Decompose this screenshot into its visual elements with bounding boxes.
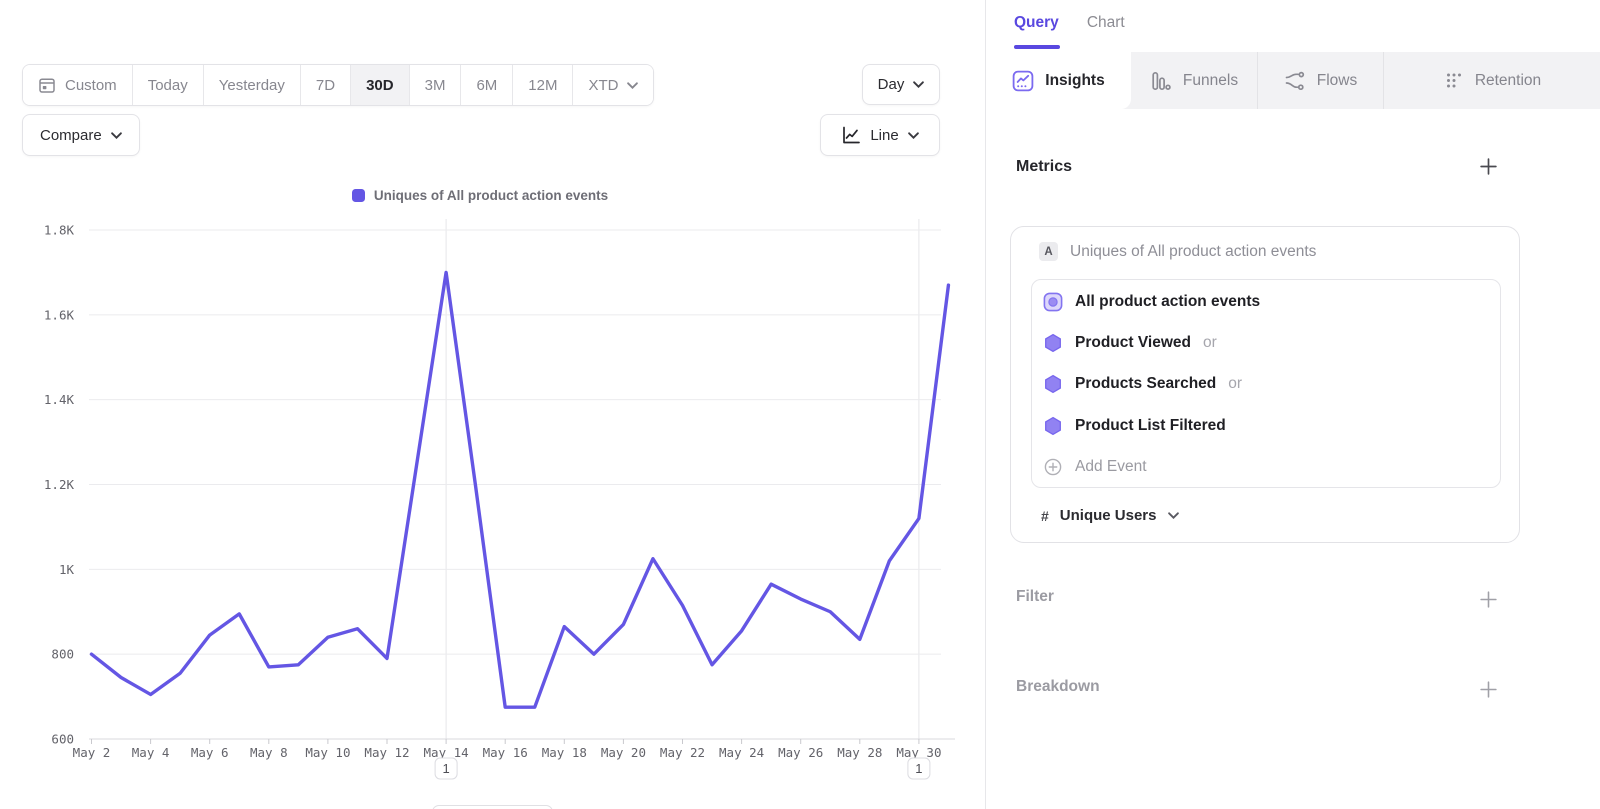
range-6m-button[interactable]: 6M — [461, 65, 513, 105]
add-metric-button[interactable] — [1478, 157, 1498, 177]
chevron-down-icon — [913, 81, 924, 88]
annotation-marker[interactable] — [908, 758, 930, 779]
compare-dropdown[interactable]: Compare — [22, 114, 140, 156]
calendar-icon — [38, 76, 56, 94]
x-axis-label: May 8 — [250, 745, 288, 760]
y-axis-label: 1.4K — [44, 392, 75, 407]
flows-icon — [1284, 70, 1306, 92]
report-type-tabs: Insights Funnels — [986, 52, 1600, 109]
tab-insights[interactable]: Insights — [986, 52, 1131, 109]
range-12m-button[interactable]: 12M — [513, 65, 573, 105]
funnels-icon — [1150, 70, 1172, 92]
filter-heading: Filter — [1016, 588, 1054, 606]
panel-header-tabs: Query Chart — [1014, 14, 1125, 32]
y-axis-label: 1.6K — [44, 307, 75, 322]
chart-legend: Uniques of All product action events — [0, 188, 960, 203]
y-axis-label: 800 — [51, 647, 74, 662]
event-row-all-product-action-events[interactable]: All product action events — [1043, 281, 1500, 322]
x-axis-label: May 4 — [132, 745, 170, 760]
legend-swatch — [352, 189, 365, 202]
add-event-button[interactable]: Add Event — [1043, 447, 1500, 488]
series-badge: A — [1039, 242, 1058, 261]
range-today-button[interactable]: Today — [133, 65, 204, 105]
x-axis-label: May 24 — [719, 745, 764, 760]
line-series — [92, 272, 949, 707]
events-card: All product action events Product Viewed… — [1031, 279, 1501, 488]
y-axis-label: 600 — [51, 732, 74, 747]
event-row-product-viewed[interactable]: Product Viewed or — [1043, 322, 1500, 363]
x-axis-label: May 26 — [778, 745, 823, 760]
x-axis-label: May 16 — [483, 745, 528, 760]
metrics-heading: Metrics — [1016, 158, 1072, 176]
x-axis-label: May 20 — [601, 745, 646, 760]
retention-icon — [1444, 71, 1464, 91]
x-axis-label: May 6 — [191, 745, 229, 760]
range-yesterday-button[interactable]: Yesterday — [204, 65, 301, 105]
x-axis-label: May 22 — [660, 745, 705, 760]
metric-card: A Uniques of All product action events A… — [1010, 226, 1520, 543]
annotation-marker[interactable] — [435, 758, 457, 779]
chart-type-dropdown[interactable]: Line — [820, 114, 940, 156]
chevron-down-icon — [908, 132, 919, 139]
granularity-dropdown[interactable]: Day — [862, 64, 940, 105]
tab-flows[interactable]: Flows — [1257, 52, 1383, 109]
line-chart-icon — [841, 125, 861, 145]
insights-icon — [1012, 70, 1034, 92]
y-axis-label: 1.2K — [44, 477, 75, 492]
x-axis-label: May 28 — [837, 745, 882, 760]
tab-chart[interactable]: Chart — [1087, 14, 1125, 32]
event-hexagon-icon — [1043, 374, 1063, 394]
range-3m-button[interactable]: 3M — [410, 65, 462, 105]
cutoff-popover — [432, 805, 553, 809]
event-row-product-list-filtered[interactable]: Product List Filtered — [1043, 405, 1500, 446]
breakdown-heading: Breakdown — [1016, 678, 1100, 696]
chevron-down-icon — [1168, 512, 1179, 519]
tab-query[interactable]: Query — [1014, 14, 1059, 32]
tab-funnels[interactable]: Funnels — [1131, 52, 1257, 109]
range-7d-button[interactable]: 7D — [301, 65, 351, 105]
metric-series-row: A Uniques of All product action events — [1039, 242, 1316, 261]
event-group-icon — [1043, 292, 1063, 312]
y-axis-label: 1.8K — [44, 223, 75, 238]
event-row-products-searched[interactable]: Products Searched or — [1043, 364, 1500, 405]
x-axis-label: May 2 — [73, 745, 111, 760]
x-axis-label: May 12 — [364, 745, 409, 760]
tab-retention[interactable]: Retention — [1383, 52, 1600, 109]
event-hexagon-icon — [1043, 333, 1063, 353]
active-tab-underline — [1014, 45, 1060, 49]
range-label: Custom — [65, 77, 117, 94]
report-area: Custom Today Yesterday 7D 30D 3M 6M 12M … — [0, 0, 985, 809]
legend-label: Uniques of All product action events — [374, 188, 608, 203]
mixpanel-insights-report: Custom Today Yesterday 7D 30D 3M 6M 12M … — [0, 0, 1600, 809]
range-30d-button[interactable]: 30D — [351, 65, 410, 105]
range-xtd-button[interactable]: XTD — [573, 65, 653, 105]
query-panel: Query Chart Insights — [985, 0, 1600, 809]
chevron-down-icon — [111, 132, 122, 139]
event-hexagon-icon — [1043, 416, 1063, 436]
x-axis-label: May 10 — [305, 745, 350, 760]
y-axis-label: 1K — [59, 562, 75, 577]
range-custom-button[interactable]: Custom — [23, 65, 133, 105]
add-circle-icon — [1043, 457, 1063, 477]
x-axis-label: May 18 — [542, 745, 587, 760]
series-summary: Uniques of All product action events — [1070, 243, 1316, 261]
add-breakdown-button[interactable] — [1478, 680, 1498, 700]
number-icon: # — [1041, 508, 1049, 524]
chevron-down-icon — [627, 82, 638, 89]
add-filter-button[interactable] — [1478, 590, 1498, 610]
date-range-control: Custom Today Yesterday 7D 30D 3M 6M 12M … — [22, 64, 654, 106]
measurement-dropdown[interactable]: # Unique Users — [1041, 507, 1179, 524]
